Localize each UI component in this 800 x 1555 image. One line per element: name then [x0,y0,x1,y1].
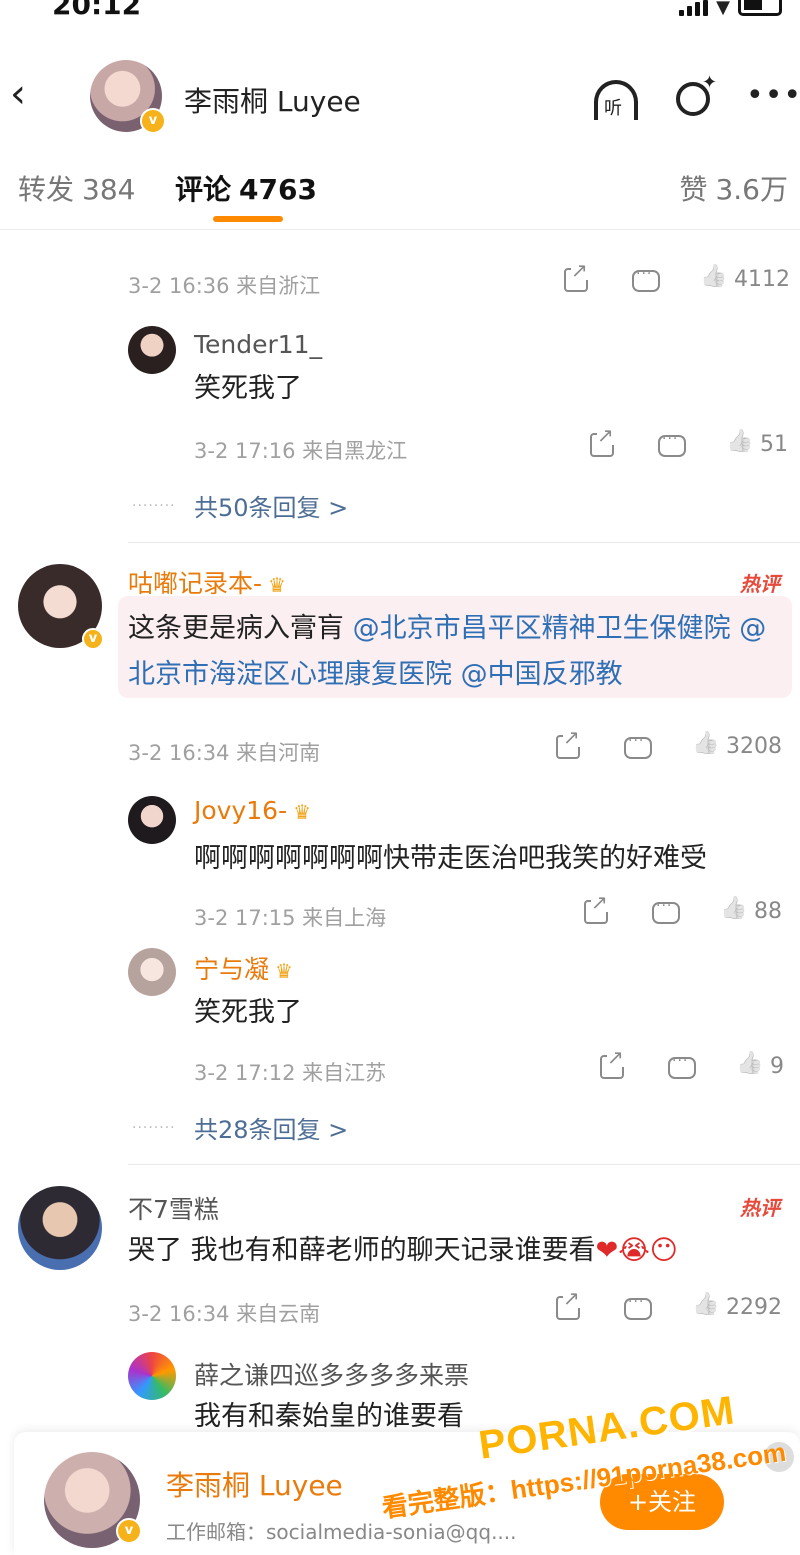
wifi-icon: ▼ [716,0,730,18]
avatar[interactable] [128,1352,176,1400]
like-icon [726,431,752,457]
top-nav: ‹ v 李雨桐 Luyee 听 ✦ ••• [0,52,800,144]
reply-button[interactable] [652,898,680,924]
share-button[interactable] [600,1047,624,1079]
crown-icon: ♛ [268,573,286,597]
reply-text: 笑死我了 [194,997,302,1028]
comment-icon [624,1294,652,1320]
more-replies-link[interactable]: 共28条回复 > [194,1110,348,1145]
search-icon[interactable]: ✦ [672,72,726,122]
tab-bar: 转发 384 评论 4763 赞 3.6万 [0,154,800,230]
active-tab-indicator [213,216,283,222]
like-button[interactable]: 2292 [692,1294,782,1320]
emoji-icons: ❤😭😶 [595,1235,678,1266]
verified-badge-icon: v [116,1518,142,1544]
avatar[interactable]: v [90,60,166,134]
reply-username[interactable]: 薛之谦四巡多多多多来票 [194,1356,469,1392]
status-time: 20:12 [52,0,142,21]
comment-icon [624,733,652,759]
reply-username[interactable]: Jovy16- ♛ [194,796,311,825]
crown-icon: ♛ [293,800,312,824]
share-icon [590,425,614,457]
comment-meta: 3-2 16:36 来自浙江 [128,274,321,298]
reply-text: 啊啊啊啊啊啊啊快带走医治吧我笑的好难受 [194,843,707,874]
share-icon [556,727,580,759]
share-icon [564,260,588,292]
reply-meta: 3-2 17:15 来自上海 [194,906,387,930]
status-icons: ▼ [679,0,782,18]
tab-forwards[interactable]: 转发 384 [18,168,135,208]
reply-button[interactable] [624,1294,652,1320]
reply-button[interactable] [668,1053,696,1079]
share-button[interactable] [584,892,608,924]
mention-link[interactable]: @北京市昌平区精神卫生保健院 [353,613,731,644]
mention-link[interactable]: @中国反邪教 [461,659,623,690]
tab-likes[interactable]: 赞 3.6万 [679,168,788,208]
reply-username[interactable]: Tender11_ [194,330,322,359]
comment-meta: 3-2 16:34 来自河南 [128,741,321,765]
share-button[interactable] [556,1288,580,1320]
like-icon [692,1294,718,1320]
reply-button[interactable] [632,266,660,292]
more-replies-link[interactable]: 共50条回复 > [194,488,348,523]
battery-icon [738,0,782,16]
comment-icon [658,431,686,457]
divider [128,1164,800,1165]
like-icon [700,266,726,292]
like-button[interactable]: 51 [726,431,788,457]
divider [128,542,800,543]
share-button[interactable] [590,425,614,457]
share-icon [556,1288,580,1320]
verified-badge-icon: v [140,108,166,134]
avatar[interactable]: v [18,564,104,650]
comment-username[interactable]: 不7雪糕 [128,1190,219,1226]
crown-icon: ♛ [275,959,293,983]
comment-icon [652,898,680,924]
reply-username[interactable]: 宁与凝 ♛ [194,950,293,986]
like-icon [720,898,746,924]
verified-badge-icon: v [82,628,104,650]
hot-comment-badge: 热评 [740,572,780,596]
avatar[interactable] [128,796,176,844]
comment-username[interactable]: 咕嘟记录本- ♛ [128,564,286,600]
replies-leader: ········ [132,1120,176,1136]
avatar[interactable] [18,1186,102,1270]
like-button[interactable]: 4112 [700,266,790,292]
reply-text: 笑死我了 [194,373,302,404]
avatar[interactable] [128,948,176,996]
tab-comments[interactable]: 评论 4763 [175,168,317,208]
signal-icon [679,0,709,16]
status-bar: 20:12 ▼ [0,0,800,30]
like-button[interactable]: 3208 [692,733,782,759]
comment-meta: 3-2 16:34 来自云南 [128,1302,321,1326]
share-button[interactable] [556,727,580,759]
replies-leader: ········ [132,498,176,514]
avatar[interactable] [128,326,176,374]
reply-meta: 3-2 17:12 来自江苏 [194,1061,387,1085]
back-icon[interactable]: ‹ [10,74,50,118]
like-icon [736,1053,762,1079]
like-icon [692,733,718,759]
like-button[interactable]: 88 [720,898,782,924]
comment-icon [632,266,660,292]
comment-icon [668,1053,696,1079]
share-icon [584,892,608,924]
page-title[interactable]: 李雨桐 Luyee [184,80,361,120]
avatar[interactable]: v [44,1452,142,1548]
reply-button[interactable] [624,733,652,759]
comment-text: 哭了 我也有和薛老师的聊天记录谁要看❤😭😶 [128,1235,678,1266]
footer-email: 工作邮箱：socialmedia-sonia@qq.... [166,1520,517,1544]
comment-text: 这条更是病入膏肓 @北京市昌平区精神卫生保健院 @北京市海淀区心理康复医院 @中… [128,613,767,690]
like-button[interactable]: 9 [736,1053,784,1079]
share-icon [600,1047,624,1079]
more-icon[interactable]: ••• [746,76,800,122]
listen-headset-icon[interactable]: 听 [590,76,644,122]
share-button[interactable] [564,260,588,292]
footer-username[interactable]: 李雨桐 Luyee [166,1464,343,1504]
reply-meta: 3-2 17:16 来自黑龙江 [194,439,408,463]
reply-button[interactable] [658,431,686,457]
hot-comment-badge: 热评 [740,1196,780,1220]
